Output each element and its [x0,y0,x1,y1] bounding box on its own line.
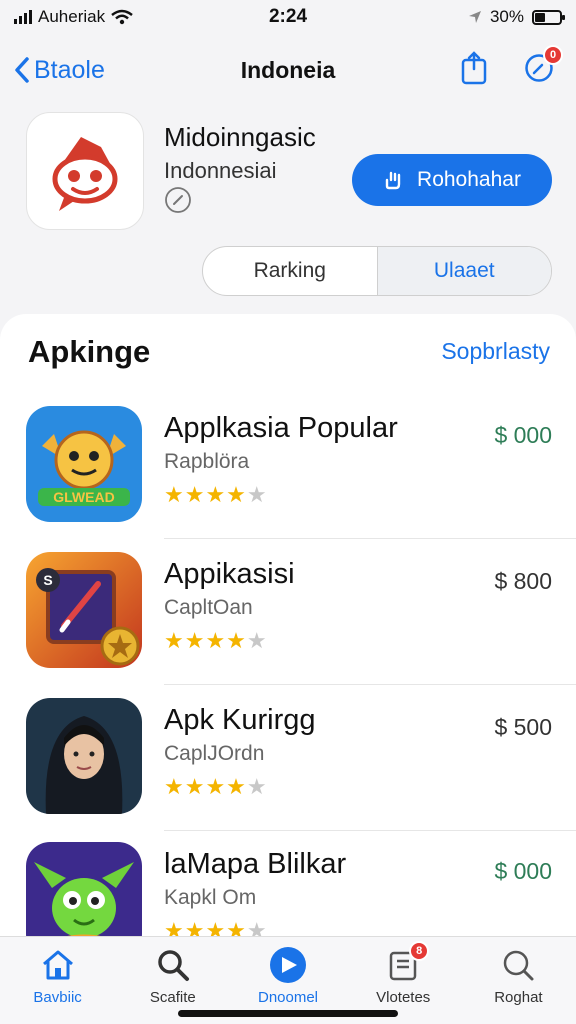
app-row-subtitle: CapltOan [164,596,253,619]
row-divider [164,538,576,539]
notification-badge: 0 [543,44,563,65]
home-icon [42,950,73,980]
segmented-control: Rarking Ulaaet [202,246,552,296]
carrier-name: Auheriak [38,7,106,26]
tab-home[interactable]: Bavbiic [0,937,115,1024]
app-row-price: $ 000 [494,422,552,448]
rating-stars: ★★★★★ [164,482,268,507]
hooded-portrait-icon [26,698,142,814]
share-icon [461,50,487,84]
share-button[interactable] [460,50,488,90]
tab-update[interactable]: Ulaaet [377,247,551,295]
app-row-name: Apk Kurirgg [164,704,316,736]
home-indicator [178,1010,398,1017]
robot-logo-icon [52,137,118,211]
paint-brush-icon: S [26,552,142,668]
app-row[interactable]: S Appikasisi CapltOan ★★★★★ $ 800 [0,552,576,692]
hand-icon [385,171,401,190]
get-button[interactable]: Rohohahar [352,154,552,206]
game-mascot-icon: GLWEAD [26,406,142,522]
rating-stars: ★★★★★ [164,628,268,653]
search-icon [158,950,189,981]
app-icon [26,112,144,230]
app-name: Midoinngasic [164,122,316,152]
tab-label: Dnoomel [257,989,319,1006]
get-button-label: Rohohahar [417,168,521,191]
app-row-name: Applkasia Popular [164,412,398,444]
app-row-subtitle: Kapkl Om [164,886,257,909]
back-label: Btaole [34,55,105,84]
app-row-subtitle: CaplJOrdn [164,742,265,765]
app-row-icon: GLWEAD [26,406,142,522]
app-row-price: $ 000 [494,858,552,884]
nav-bar: Btaole Indoneia 0 [0,40,576,100]
rating-stars: ★★★★★ [164,774,268,799]
app-row-name: Appikasisi [164,558,295,590]
app-row-icon: S [26,552,142,668]
wifi-icon [111,9,133,25]
location-icon [468,11,481,23]
app-row-name: laMapa Blilkar [164,848,347,880]
app-row[interactable]: Apk Kurirgg CaplJOrdn ★★★★★ $ 500 [0,698,576,838]
see-all-link[interactable]: Sopbrlasty [441,338,550,365]
tab-label: Roghat [494,989,543,1006]
tab-ranking[interactable]: Rarking [203,247,378,295]
signal-icon [14,10,32,24]
row-divider [164,684,576,685]
battery-icon [532,9,565,25]
chevron-left-icon [15,57,29,83]
status-bar: Auheriak 2:24 30% [0,0,576,34]
app-header: Midoinngasic Indonnesiai Rohohahar [0,108,576,238]
app-row-icon [26,698,142,814]
search-icon [504,950,534,981]
updates-badge: 8 [409,941,430,961]
svg-text:S: S [43,572,52,588]
battery-percent: 30% [489,7,524,26]
row-divider [164,830,576,831]
tab-search-2[interactable]: Roghat [461,937,576,1024]
app-subtitle: Indonnesiai [164,158,277,183]
app-row-price: $ 800 [494,568,552,594]
back-button[interactable]: Btaole [14,56,105,85]
app-row-price: $ 500 [494,714,552,740]
info-icon[interactable] [164,186,192,214]
section-title: Apkinge [28,334,151,369]
tab-label: Scafite [149,989,196,1006]
apps-section: Apkinge Sopbrlasty GLWEAD Applkasia Popu… [0,314,576,958]
app-row[interactable]: GLWEAD Applkasia Popular Rapblöra ★★★★★ … [0,406,576,546]
tab-label: Vlotetes [376,989,431,1006]
svg-text:GLWEAD: GLWEAD [53,489,114,505]
notifications-button[interactable]: 0 [524,44,563,88]
app-row-subtitle: Rapblöra [164,450,250,473]
play-icon [270,947,306,983]
tab-label: Bavbiic [33,989,82,1006]
